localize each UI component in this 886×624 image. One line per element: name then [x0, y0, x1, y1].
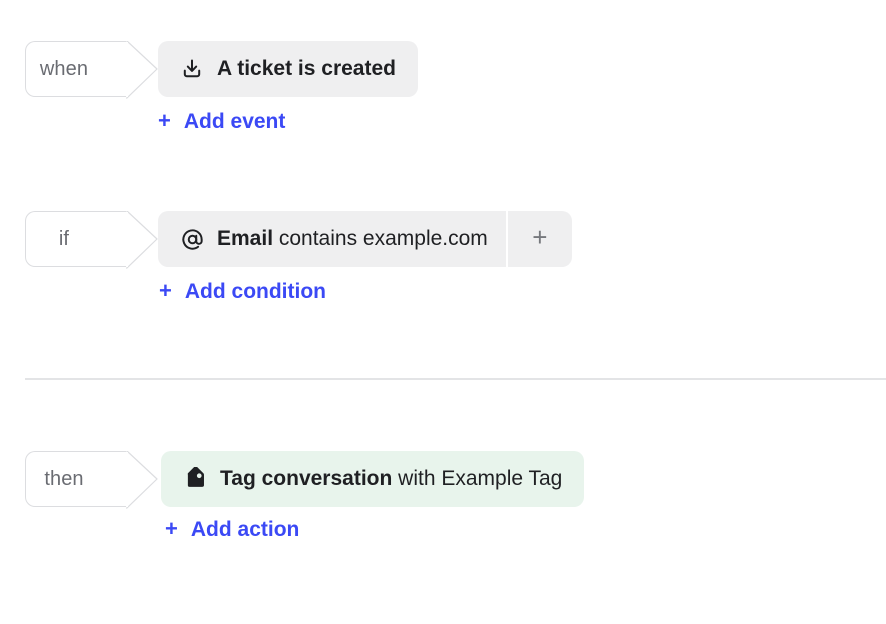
then-row-body: Tag conversation with Example Tag + Add …: [161, 451, 585, 541]
event-pill-text: A ticket is created: [217, 58, 396, 79]
condition-pill-text-rest: contains example.com: [273, 226, 488, 250]
if-chip-wrap: if: [0, 211, 158, 269]
chip-if-label: if: [58, 228, 70, 250]
when-row-body: A ticket is created + Add event: [158, 41, 418, 133]
add-condition-plus-icon: +: [159, 278, 172, 303]
section-divider: [25, 378, 886, 380]
plus-icon: +: [532, 222, 548, 252]
condition-pill-email-contains[interactable]: Email contains example.com: [158, 211, 506, 267]
chip-pointer-shape: [126, 451, 158, 509]
action-pill-text: Tag conversation with Example Tag: [220, 468, 562, 489]
then-chip-wrap: then: [0, 451, 158, 509]
at-sign-icon: [179, 226, 205, 252]
event-pill-ticket-created[interactable]: A ticket is created: [158, 41, 418, 97]
chip-if: if: [25, 211, 158, 269]
chip-pointer-shape: [126, 41, 158, 99]
event-pill-group: A ticket is created: [158, 41, 418, 97]
chip-when-label: when: [39, 58, 89, 80]
rule-row-if: if Email contains example.com + + Add co…: [0, 211, 886, 303]
rule-row-when: when A ticket is created + Add event: [0, 41, 886, 133]
condition-pill-text: Email contains example.com: [217, 228, 488, 249]
add-event-label: Add event: [183, 109, 286, 133]
add-condition-button[interactable]: + Add condition: [159, 278, 572, 303]
action-pill-text-rest: with Example Tag: [392, 466, 563, 490]
condition-pill-group: Email contains example.com +: [158, 211, 572, 267]
add-action-label: Add action: [190, 517, 300, 541]
add-condition-clause-button[interactable]: +: [507, 211, 572, 267]
when-chip-wrap: when: [0, 41, 158, 99]
condition-pill-text-strong: Email: [217, 226, 274, 250]
add-action-button[interactable]: + Add action: [165, 516, 584, 541]
add-condition-label: Add condition: [184, 279, 326, 303]
download-tray-icon: [179, 56, 205, 82]
action-pill-tag-conversation[interactable]: Tag conversation with Example Tag: [161, 451, 585, 507]
chip-then-label: then: [44, 468, 84, 490]
action-pill-text-strong: Tag conversation: [220, 466, 393, 490]
add-action-plus-icon: +: [165, 516, 178, 541]
chip-pointer-shape: [126, 211, 158, 269]
chip-when: when: [25, 41, 158, 99]
action-pill-group: Tag conversation with Example Tag: [161, 451, 585, 507]
if-row-body: Email contains example.com + + Add condi…: [158, 211, 572, 303]
add-event-button[interactable]: + Add event: [158, 108, 418, 133]
rule-row-then: then Tag conversation with Example Tag +…: [0, 451, 886, 541]
tag-icon: [182, 466, 208, 492]
add-event-plus-icon: +: [158, 108, 171, 133]
automation-rule-builder: when A ticket is created + Add event if …: [0, 0, 886, 624]
chip-then: then: [25, 451, 158, 509]
event-pill-text-strong: A ticket is created: [217, 56, 396, 80]
